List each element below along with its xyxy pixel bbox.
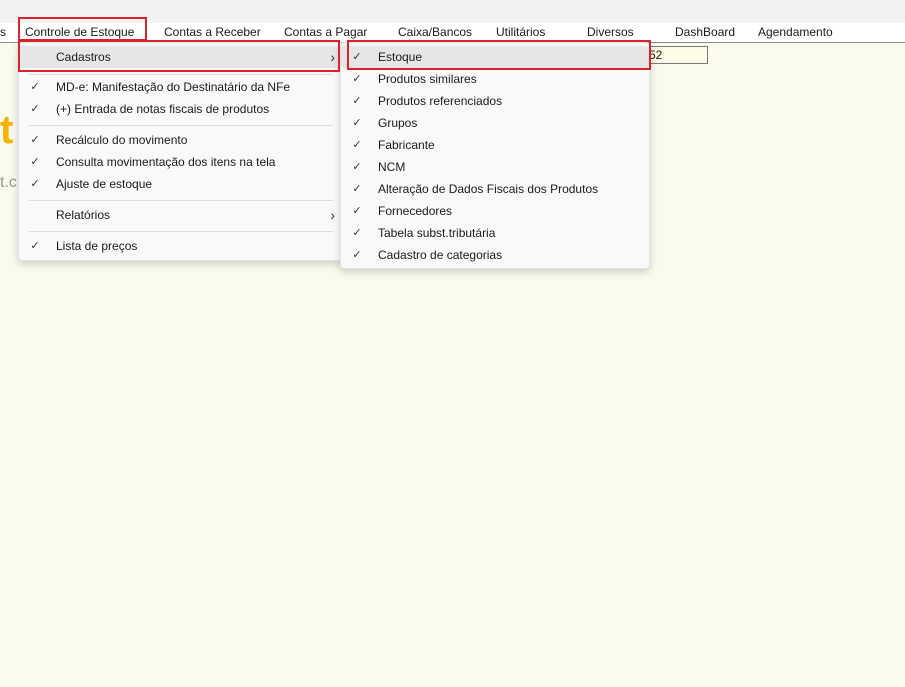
menu-item-lista-precos[interactable]: ✓ Lista de preços: [19, 235, 343, 257]
menu-item-label: Ajuste de estoque: [56, 177, 153, 191]
submenu-item-cadastro-categorias[interactable]: ✓ Cadastro de categorias: [341, 244, 649, 266]
menu-item-contas-a-receber[interactable]: Contas a Receber: [164, 25, 261, 40]
check-icon: ✓: [30, 178, 40, 190]
text-field[interactable]: 52: [646, 46, 708, 64]
menu-item-cadastros[interactable]: Cadastros ›: [19, 46, 343, 68]
menu-item-label: Lista de preços: [56, 239, 138, 253]
menu-item-label: NCM: [378, 160, 406, 174]
submenu-item-fornecedores[interactable]: ✓ Fornecedores: [341, 200, 649, 222]
background-logo: t: [0, 108, 14, 152]
menu-item-ajuste-estoque[interactable]: ✓ Ajuste de estoque: [19, 173, 343, 195]
menu-item-dashboard[interactable]: DashBoard: [675, 25, 735, 40]
menu-item-label: Relatórios: [56, 208, 111, 222]
menu-separator: [29, 200, 333, 201]
menu-item-label: Fornecedores: [378, 204, 453, 218]
menu-separator: [29, 74, 333, 75]
menu-item-previous[interactable]: s: [0, 25, 6, 40]
menu-item-label: Alteração de Dados Fiscais dos Produtos: [378, 182, 599, 196]
chevron-right-icon: ›: [330, 207, 335, 223]
menu-separator: [29, 125, 333, 126]
submenu-item-estoque[interactable]: ✓ Estoque: [341, 46, 649, 68]
check-icon: ✓: [352, 51, 362, 63]
submenu-item-ncm[interactable]: ✓ NCM: [341, 156, 649, 178]
window-top-strip: [0, 0, 905, 23]
menu-bar: s Controle de Estoque Contas a Receber C…: [0, 23, 905, 43]
check-icon: ✓: [30, 134, 40, 146]
menu-item-label: Grupos: [378, 116, 418, 130]
check-icon: ✓: [352, 227, 362, 239]
menu-item-label: Estoque: [378, 50, 423, 64]
menu-item-md-e[interactable]: ✓ MD-e: Manifestação do Destinatário da …: [19, 76, 343, 98]
menu-item-contas-a-pagar[interactable]: Contas a Pagar: [284, 25, 367, 40]
menu-item-label: (+) Entrada de notas fiscais de produtos: [56, 102, 270, 116]
menu-item-label: Consulta movimentação dos itens na tela: [56, 155, 276, 169]
menu-item-label: Cadastro de categorias: [378, 248, 503, 262]
menu-item-agendamento[interactable]: Agendamento: [758, 25, 833, 40]
menu-item-diversos[interactable]: Diversos: [587, 25, 634, 40]
menu-item-label: Produtos similares: [378, 72, 477, 86]
check-icon: ✓: [30, 240, 40, 252]
check-icon: ✓: [30, 156, 40, 168]
background-logo-subtext: t.c: [0, 174, 17, 191]
submenu-item-produtos-referenciados[interactable]: ✓ Produtos referenciados: [341, 90, 649, 112]
menu-item-utilitarios[interactable]: Utilitários: [496, 25, 545, 40]
menu-separator: [29, 231, 333, 232]
check-icon: ✓: [352, 95, 362, 107]
menu-item-label: Fabricante: [378, 138, 435, 152]
check-icon: ✓: [352, 205, 362, 217]
check-icon: ✓: [30, 103, 40, 115]
check-icon: ✓: [352, 183, 362, 195]
menu-item-entrada-notas[interactable]: ✓ (+) Entrada de notas fiscais de produt…: [19, 98, 343, 120]
menu-item-label: Cadastros: [56, 50, 111, 64]
submenu-item-dados-fiscais[interactable]: ✓ Alteração de Dados Fiscais dos Produto…: [341, 178, 649, 200]
check-icon: ✓: [352, 73, 362, 85]
menu-item-label: MD-e: Manifestação do Destinatário da NF…: [56, 80, 291, 94]
menu-item-label: Recálculo do movimento: [56, 133, 188, 147]
submenu-item-produtos-similares[interactable]: ✓ Produtos similares: [341, 68, 649, 90]
check-icon: ✓: [352, 249, 362, 261]
check-icon: ✓: [352, 139, 362, 151]
menu-item-controle-de-estoque[interactable]: Controle de Estoque: [25, 25, 134, 40]
menu-item-relatorios[interactable]: Relatórios ›: [19, 204, 343, 226]
menu-item-caixa-bancos[interactable]: Caixa/Bancos: [398, 25, 472, 40]
menu-item-label: Produtos referenciados: [378, 94, 503, 108]
check-icon: ✓: [352, 161, 362, 173]
chevron-right-icon: ›: [330, 49, 335, 65]
menu-item-consulta-movimentacao[interactable]: ✓ Consulta movimentação dos itens na tel…: [19, 151, 343, 173]
submenu-item-grupos[interactable]: ✓ Grupos: [341, 112, 649, 134]
cadastros-submenu: ✓ Estoque ✓ Produtos similares ✓ Produto…: [340, 42, 650, 269]
menu-item-label: Tabela subst.tributária: [378, 226, 496, 240]
check-icon: ✓: [352, 117, 362, 129]
menu-item-recalculo[interactable]: ✓ Recálculo do movimento: [19, 129, 343, 151]
submenu-item-fabricante[interactable]: ✓ Fabricante: [341, 134, 649, 156]
submenu-item-tabela-subst-tributaria[interactable]: ✓ Tabela subst.tributária: [341, 222, 649, 244]
estoque-dropdown-menu: Cadastros › ✓ MD-e: Manifestação do Dest…: [18, 42, 344, 261]
check-icon: ✓: [30, 81, 40, 93]
